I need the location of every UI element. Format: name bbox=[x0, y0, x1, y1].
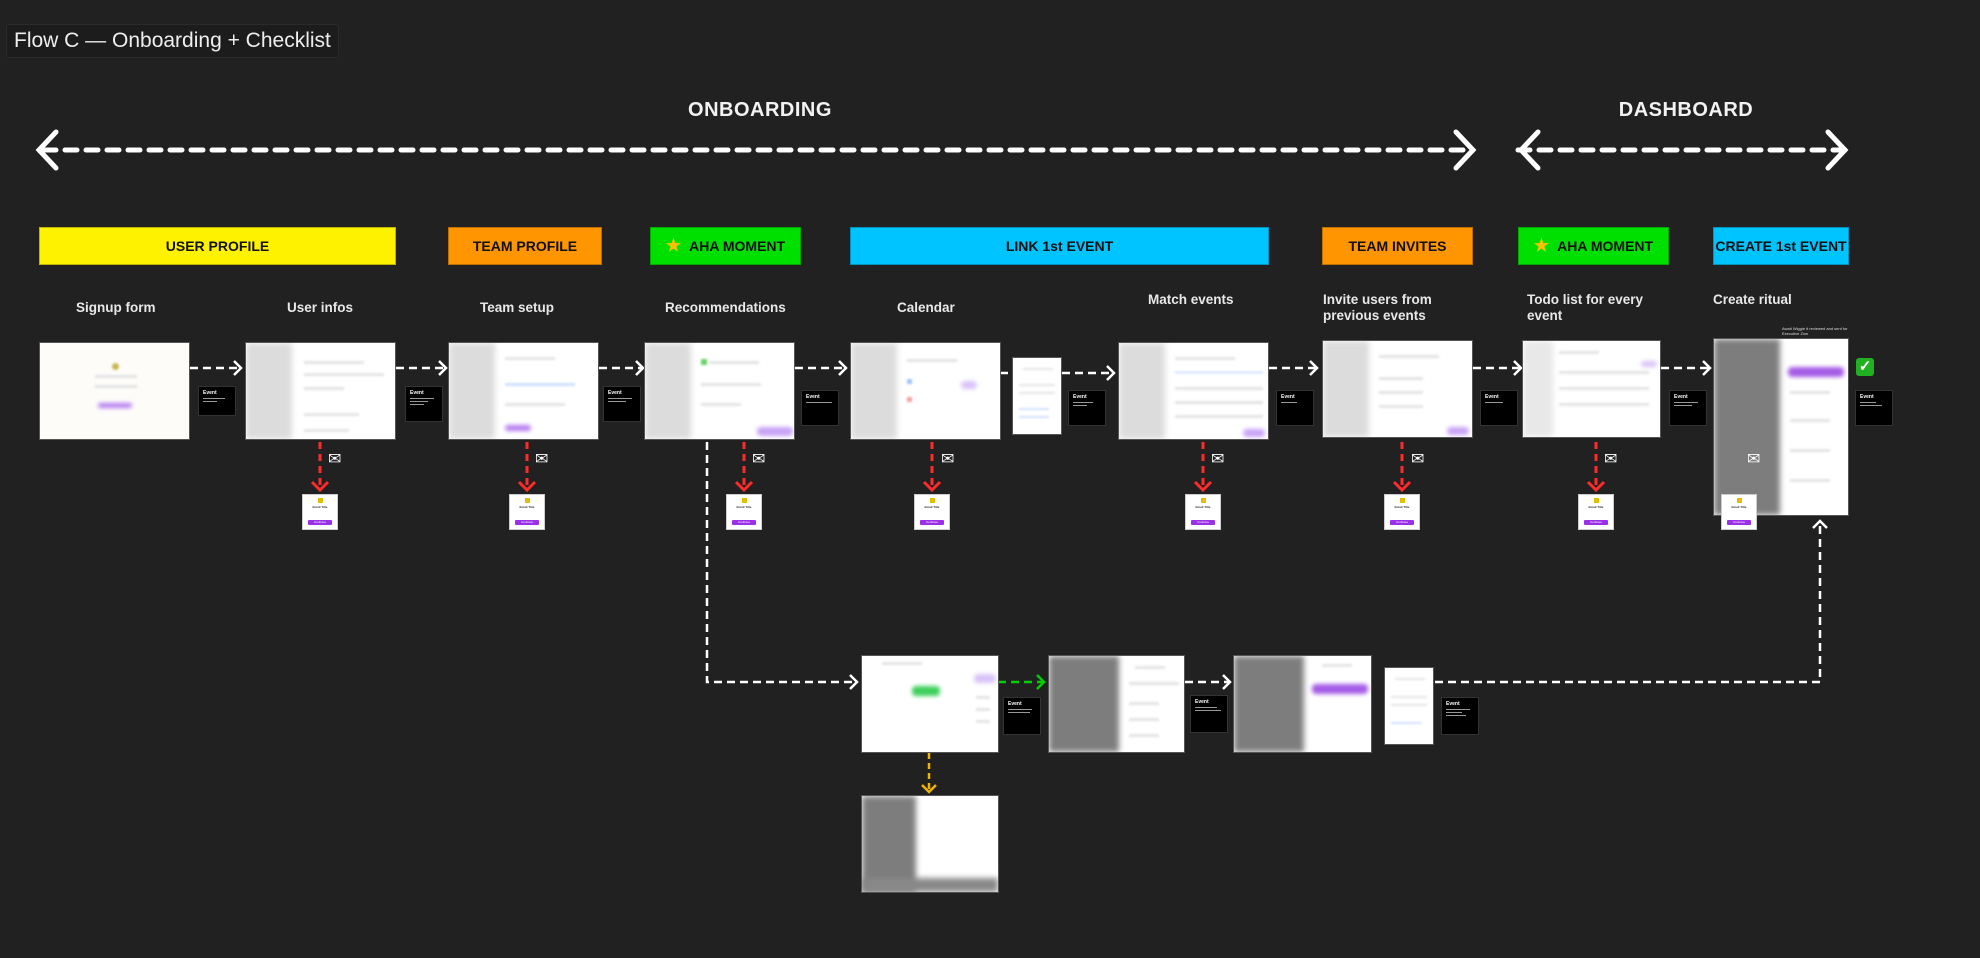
screen-branch-permission-dialog[interactable] bbox=[1384, 667, 1434, 745]
event-note: Event bbox=[1003, 697, 1041, 735]
envelope-icon: ✉ bbox=[328, 451, 342, 468]
envelope-icon: ✉ bbox=[1747, 451, 1761, 468]
event-note: Event bbox=[198, 386, 236, 416]
screen-branch-alternate[interactable] bbox=[861, 795, 999, 893]
envelope-icon: ✉ bbox=[1211, 451, 1225, 468]
envelope-icon: ✉ bbox=[1411, 451, 1425, 468]
screen-create-ritual[interactable] bbox=[1713, 338, 1849, 516]
event-note: Event bbox=[1276, 390, 1314, 426]
email-card[interactable]: Email Title Continue bbox=[1384, 494, 1420, 530]
email-card[interactable]: Email Title Continue bbox=[1721, 494, 1757, 530]
logo-icon bbox=[1399, 498, 1405, 503]
email-card[interactable]: Email Title Continue bbox=[509, 494, 545, 530]
logo-icon bbox=[741, 498, 747, 503]
logo-icon bbox=[317, 498, 323, 503]
screen-branch-event-detail[interactable] bbox=[1048, 655, 1185, 753]
envelope-icon: ✉ bbox=[752, 451, 766, 468]
screen-recommendations[interactable] bbox=[644, 342, 795, 440]
event-note: Event bbox=[1855, 390, 1893, 426]
logo-icon bbox=[524, 498, 530, 503]
email-continue-button[interactable]: Continue bbox=[732, 520, 756, 525]
email-continue-button[interactable]: Continue bbox=[1191, 520, 1215, 525]
event-note: Event bbox=[1669, 390, 1707, 426]
create-ritual-caption: Await Wiggle it reviewed and sent for Ex… bbox=[1782, 326, 1848, 336]
screen-signup-form[interactable] bbox=[39, 342, 190, 440]
event-note: Event bbox=[1480, 390, 1518, 426]
email-card[interactable]: Email Title Continue bbox=[1185, 494, 1221, 530]
screen-invite-users[interactable] bbox=[1322, 340, 1473, 438]
screen-calendar-permission-dialog[interactable] bbox=[1012, 357, 1062, 435]
screen-user-infos[interactable] bbox=[245, 342, 396, 440]
return-connector bbox=[1435, 521, 1822, 684]
email-continue-button[interactable]: Continue bbox=[515, 520, 539, 525]
event-note: Event bbox=[405, 386, 443, 422]
screen-match-events[interactable] bbox=[1118, 342, 1269, 440]
event-note: Event bbox=[1190, 695, 1228, 733]
event-note: Event bbox=[801, 390, 839, 426]
envelope-icon: ✉ bbox=[1604, 451, 1618, 468]
email-card[interactable]: Email Title Continue bbox=[302, 494, 338, 530]
envelope-icon: ✉ bbox=[535, 451, 549, 468]
email-card[interactable]: Email Title Continue bbox=[914, 494, 950, 530]
screen-team-setup[interactable] bbox=[448, 342, 599, 440]
logo-icon bbox=[1593, 498, 1599, 503]
email-continue-button[interactable]: Continue bbox=[920, 520, 944, 525]
screen-branch-ritual[interactable] bbox=[1233, 655, 1372, 753]
branch-connector bbox=[705, 442, 857, 684]
logo-icon bbox=[929, 498, 935, 503]
email-card[interactable]: Email Title Continue bbox=[1578, 494, 1614, 530]
email-continue-button[interactable]: Continue bbox=[1390, 520, 1414, 525]
event-note: Event bbox=[1068, 390, 1106, 426]
email-card[interactable]: Email Title Continue bbox=[726, 494, 762, 530]
email-continue-button[interactable]: Continue bbox=[1584, 520, 1608, 525]
envelope-icon: ✉ bbox=[941, 451, 955, 468]
screen-branch-event-list[interactable] bbox=[861, 655, 999, 753]
logo-icon bbox=[1200, 498, 1206, 503]
email-continue-button[interactable]: Continue bbox=[1727, 520, 1751, 525]
event-note: Event bbox=[603, 386, 641, 422]
screen-calendar[interactable] bbox=[850, 342, 1001, 440]
event-note: Event bbox=[1441, 697, 1479, 735]
screen-todo-list[interactable] bbox=[1522, 340, 1661, 438]
email-continue-button[interactable]: Continue bbox=[308, 520, 332, 525]
logo-icon bbox=[1736, 498, 1742, 503]
check-icon: ✓ bbox=[1856, 358, 1874, 376]
